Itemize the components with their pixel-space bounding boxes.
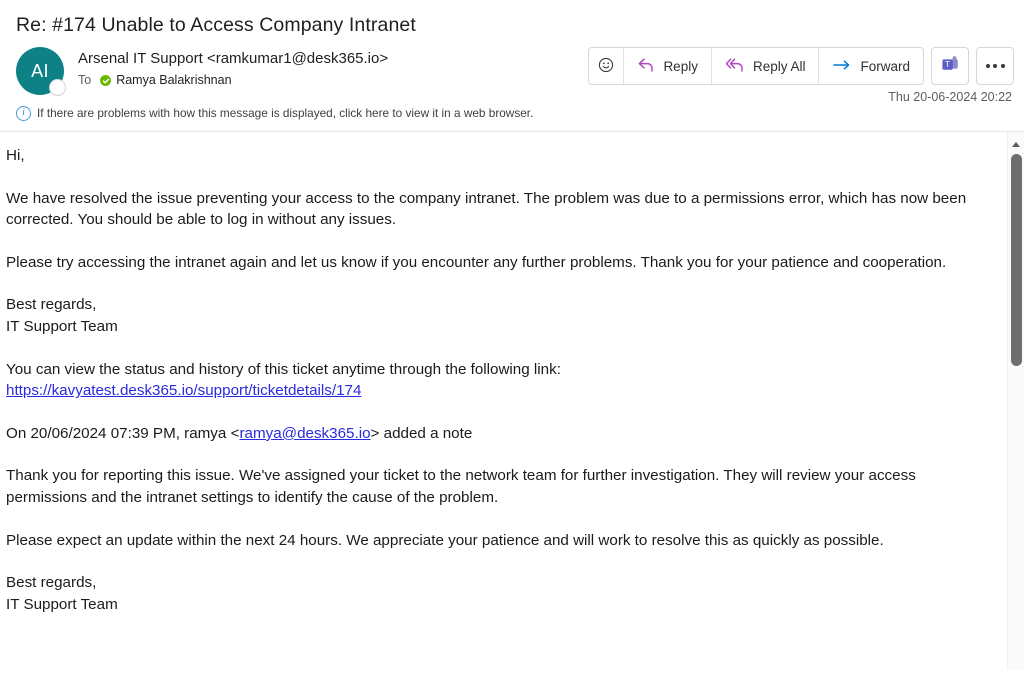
note-header-prefix: On 20/06/2024 07:39 PM, ramya < [6, 424, 240, 442]
scroll-up-arrow-icon[interactable] [1008, 136, 1024, 152]
primary-action-group: Reply Reply All Forward [588, 47, 924, 85]
message-body-scrollbar[interactable] [1007, 132, 1024, 670]
emoji-reaction-button[interactable] [589, 48, 625, 84]
page-title: Re: #174 Unable to Access Company Intran… [16, 14, 416, 36]
reply-all-button-label: Reply All [752, 58, 806, 74]
sender-name-and-email[interactable]: Arsenal IT Support <ramkumar1@desk365.io… [78, 48, 388, 69]
email-reading-pane: Re: #174 Unable to Access Company Intran… [0, 0, 1024, 681]
reply-button-label: Reply [663, 58, 698, 74]
email-header: Re: #174 Unable to Access Company Intran… [0, 0, 1024, 104]
body-paragraph-4: Please expect an update within the next … [6, 531, 884, 549]
reply-button[interactable]: Reply [624, 48, 712, 84]
message-timestamp: Thu 20-06-2024 20:22 [888, 90, 1012, 104]
body-link-intro: You can view the status and history of t… [6, 360, 561, 378]
body-ticket-link-line: https://kavyatest.desk365.io/support/tic… [6, 380, 1000, 402]
avatar[interactable]: AI [16, 47, 66, 96]
body-signoff-2: Best regards, [6, 574, 97, 592]
recipient-row: To Ramya Balakrishnan [78, 72, 388, 89]
info-icon: i [16, 105, 31, 121]
body-signoff-1: Best regards, [6, 296, 97, 314]
web-browser-info-bar[interactable]: i If there are problems with how this me… [0, 103, 1024, 123]
message-body-scroll-area: Hi, We have resolved the issue preventin… [0, 132, 1024, 670]
body-paragraph-1: We have resolved the issue preventing yo… [6, 189, 967, 229]
body-signoff-1-name: IT Support Team [6, 317, 118, 335]
more-actions-button[interactable] [976, 47, 1014, 85]
reply-arrow-icon [637, 57, 655, 76]
reply-all-button[interactable]: Reply All [712, 48, 820, 84]
body-paragraph-3: Thank you for reporting this issue. We'v… [6, 467, 916, 506]
reply-all-arrow-icon [725, 57, 745, 76]
smiley-face-icon [598, 57, 614, 76]
presence-indicator [49, 79, 66, 96]
recipient-name[interactable]: Ramya Balakrishnan [116, 72, 231, 89]
microsoft-teams-icon: T [940, 55, 960, 78]
ticket-details-link[interactable]: https://kavyatest.desk365.io/support/tic… [6, 382, 361, 399]
body-note-header: On 20/06/2024 07:39 PM, ramya <ramya@des… [6, 423, 1000, 445]
body-greeting: Hi, [6, 147, 25, 164]
scrollbar-thumb[interactable] [1011, 154, 1022, 366]
email-action-toolbar: Reply Reply All Forward T [588, 47, 1014, 85]
available-presence-icon [100, 75, 112, 86]
info-bar-text[interactable]: If there are problems with how this mess… [37, 106, 533, 120]
body-signoff-2-name: IT Support Team [6, 595, 118, 613]
ellipsis-icon [985, 64, 1005, 68]
note-header-suffix: > added a note [370, 424, 473, 442]
note-author-email-link[interactable]: ramya@desk365.io [239, 425, 370, 442]
body-paragraph-2: Please try accessing the intranet again … [6, 253, 947, 271]
sender-meta: Arsenal IT Support <ramkumar1@desk365.io… [78, 47, 388, 89]
forward-button[interactable]: Forward [819, 48, 923, 84]
svg-text:T: T [945, 60, 950, 69]
share-to-teams-button[interactable]: T [931, 47, 969, 85]
to-label: To [78, 73, 92, 87]
message-body: Hi, We have resolved the issue preventin… [0, 132, 1024, 615]
forward-arrow-icon [832, 58, 852, 75]
forward-button-label: Forward [860, 58, 910, 74]
